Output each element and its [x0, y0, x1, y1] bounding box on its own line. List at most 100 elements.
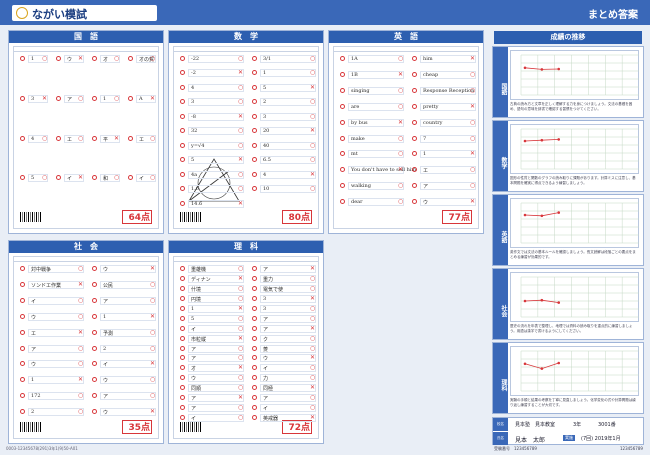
question-marker [340, 151, 345, 157]
answer-text: 3 [263, 113, 267, 120]
answer-text: イ [31, 298, 37, 305]
answer-text: 4 [31, 135, 35, 142]
correct-mark: ○ [150, 376, 156, 384]
answer-cell [100, 344, 156, 353]
exam-id: 受験番号 123456789 [494, 446, 537, 451]
footer-code: 0003-12345678(291)3年1(9)50-A01 [6, 446, 78, 451]
answer-cell [260, 354, 316, 363]
answer-text: 対中戦争 [31, 267, 52, 273]
question-marker [180, 415, 185, 421]
advice-comment: 古典の読み方と文章を正しく理解する力を身につけましょう。文法の基礎を固め、語句の… [510, 102, 633, 111]
correct-mark: ✕ [238, 334, 244, 342]
question-marker [340, 119, 345, 125]
answer-text: ウ [31, 314, 37, 321]
answer-text: 5 [191, 315, 195, 322]
data-point [557, 67, 561, 71]
correct-mark: ○ [310, 98, 316, 106]
question-marker [252, 84, 257, 90]
school-name: 見本塾 見本教室 [515, 422, 556, 428]
answer-text: ア [31, 346, 37, 353]
answer-text: 5 [31, 175, 35, 182]
answer-text: singing [351, 87, 370, 94]
question-marker [252, 56, 257, 61]
correct-mark: ○ [238, 55, 244, 62]
question-marker [180, 275, 185, 281]
question-marker [412, 103, 417, 109]
question-marker [252, 395, 257, 401]
barcode [20, 212, 42, 222]
correct-mark: ○ [238, 324, 244, 332]
answer-text: 10 [263, 186, 270, 193]
question-marker [252, 355, 257, 361]
correct-mark: ○ [78, 408, 84, 416]
panel-shakai: 社 会 35点 対中戦争 ○ ソンドエ作業 ✕ イ ○ ウ ○ エ ✕ ア ○ ウ ○ 1 ✕ 172 ○ 2 ○ ウ ✕… [8, 240, 164, 444]
correct-mark: ○ [398, 55, 404, 62]
answer-text: 172 [31, 393, 41, 400]
answer-text: 5 [263, 84, 267, 91]
answer-text: 1 [423, 151, 427, 158]
correct-mark: ✕ [310, 414, 316, 422]
sheet-header [14, 257, 158, 262]
answer-text: ア [263, 396, 269, 403]
answer-text: ウ [67, 57, 73, 63]
panel-rika: 理 科 72点 重雄機 ○ ディナン ✕ 什境 ○ 円境 ○ 1 ✕ 5 ○ イ ○ 市粒縦 ✕ ア ○ ア ○ オ ✕ ウ… [168, 240, 324, 444]
answer-text: make [351, 135, 365, 142]
correct-mark: ✕ [238, 274, 244, 282]
question-marker [252, 128, 257, 134]
exam-id-right: 123456789 [620, 446, 643, 451]
answer-cell [420, 182, 476, 191]
answer-cell [188, 354, 244, 363]
answer-cell [260, 404, 316, 413]
answer-text: ク [263, 336, 269, 343]
answer-text: ア [103, 298, 109, 305]
answer-text: ウ [103, 267, 109, 273]
info-label-school: 校名 [493, 418, 508, 431]
answer-text: ア [103, 394, 109, 401]
answer-text: dear [351, 199, 363, 206]
correct-mark: ✕ [238, 199, 244, 207]
question-marker [92, 56, 97, 61]
answer-cell [188, 414, 244, 423]
answer-text: 同順 [191, 386, 202, 393]
correct-mark: ✕ [470, 198, 476, 206]
correct-mark: ○ [238, 284, 244, 292]
correct-mark: ○ [78, 265, 84, 272]
answer-cell [260, 394, 316, 403]
correct-mark: ✕ [150, 94, 156, 102]
question-marker [180, 128, 185, 134]
question-marker [180, 325, 185, 331]
correct-mark: ○ [238, 354, 244, 362]
question-marker [92, 409, 97, 415]
progress-block: 国語 古典の読み方と文章を正しく理解する力を身につけましょう。文法の基礎を固め、語… [492, 46, 644, 118]
question-marker [20, 329, 25, 335]
question-marker [92, 297, 97, 303]
answer-cell [28, 344, 84, 353]
question-marker [252, 99, 257, 105]
answer-text: 4 [191, 84, 195, 91]
answer-cell [100, 265, 156, 273]
logo-icon [16, 7, 28, 19]
correct-mark: ○ [114, 94, 120, 102]
answer-cell [28, 312, 84, 321]
correct-mark: ○ [238, 127, 244, 135]
question-marker [92, 266, 97, 271]
correct-mark: ✕ [42, 94, 48, 102]
answer-text: 6.5 [263, 157, 271, 164]
answer-text: -8 [191, 113, 196, 120]
correct-mark: ○ [238, 83, 244, 91]
answer-text: 1A [351, 56, 358, 62]
barcode [20, 422, 42, 432]
correct-mark: ✕ [78, 280, 84, 288]
correct-mark: ✕ [470, 55, 476, 62]
correct-mark: ○ [238, 414, 244, 422]
answer-text: walking [351, 183, 371, 190]
question-marker [180, 375, 185, 381]
answer-text: 3 [191, 99, 195, 106]
answer-text: ア [191, 356, 197, 363]
answer-text: 力 [263, 376, 269, 383]
question-marker [180, 405, 185, 411]
correct-mark: ○ [238, 344, 244, 352]
answer-sheet-rika: 72点 重雄機 ○ ディナン ✕ 什境 ○ 円境 ○ 1 ✕ 5 ○ イ ○ 市粒縦 ✕ ア ○ ア ○ オ ✕ ウ ○ 同順 ○… [173, 256, 319, 439]
panel-title-eigo: 英 語 [329, 31, 483, 43]
answer-text: ア [263, 326, 269, 333]
